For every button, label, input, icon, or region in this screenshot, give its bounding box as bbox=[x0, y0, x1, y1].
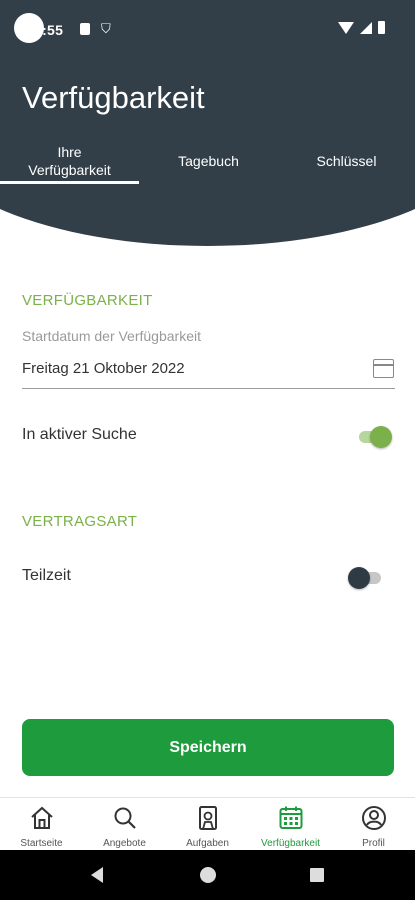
start-date-label: Startdatum der Verfügbarkeit bbox=[22, 328, 201, 344]
nav-item-profil[interactable]: Profil bbox=[332, 798, 415, 851]
back-icon[interactable] bbox=[91, 867, 103, 883]
task-icon bbox=[198, 806, 217, 830]
tab-ihre-verfuegbarkeit[interactable]: Ihre Verfügbarkeit bbox=[0, 138, 139, 184]
tab-label: Tagebuch bbox=[178, 153, 239, 169]
nav-label: Startseite bbox=[20, 838, 63, 849]
tab-schluessel[interactable]: Schlüssel bbox=[278, 138, 415, 184]
tab-tagebuch[interactable]: Tagebuch bbox=[139, 138, 278, 184]
start-date-field[interactable]: Freitag 21 Oktober 2022 bbox=[22, 355, 395, 389]
nav-item-angebote[interactable]: Angebote bbox=[83, 798, 166, 851]
shield-icon: ⛉ bbox=[101, 21, 111, 36]
page-title: Verfügbarkeit bbox=[22, 80, 205, 115]
home-button-icon[interactable] bbox=[200, 867, 216, 883]
nav-label: Angebote bbox=[103, 838, 146, 849]
nav-item-verfuegbarkeit[interactable]: Verfügbarkeit bbox=[249, 798, 332, 851]
active-search-label: In aktiver Suche bbox=[22, 426, 137, 443]
save-button[interactable]: Speichern bbox=[22, 719, 394, 776]
tab-label: Schlüssel bbox=[316, 153, 377, 169]
section-title-contract: VERTRAGSART bbox=[22, 513, 138, 530]
calendar-icon[interactable] bbox=[373, 359, 394, 378]
tab-label: Ihre Verfügbarkeit bbox=[28, 144, 111, 178]
nav-item-aufgaben[interactable]: Aufgaben bbox=[166, 798, 249, 851]
home-icon bbox=[30, 806, 53, 829]
nav-label: Aufgaben bbox=[186, 838, 229, 849]
nav-label: Verfügbarkeit bbox=[261, 838, 320, 849]
nav-label: Profil bbox=[362, 838, 385, 849]
profile-icon bbox=[361, 806, 386, 830]
active-tab-indicator bbox=[0, 181, 139, 184]
screen: 3:55 ⛉ Verfügbarkeit Ihre Verfügbarkeit … bbox=[0, 0, 415, 900]
search-icon bbox=[114, 807, 136, 829]
part-time-toggle[interactable] bbox=[348, 566, 386, 590]
nav-item-startseite[interactable]: Startseite bbox=[0, 798, 83, 851]
active-search-toggle[interactable] bbox=[356, 425, 394, 449]
bottom-navigation: Startseite Angebote Aufgaben Verfügbarke… bbox=[0, 797, 415, 850]
start-date-value: Freitag 21 Oktober 2022 bbox=[22, 360, 185, 377]
section-title-availability: VERFÜGBARKEIT bbox=[22, 292, 153, 309]
toggle-knob bbox=[348, 567, 370, 589]
tab-bar: Ihre Verfügbarkeit Tagebuch Schlüssel bbox=[0, 138, 415, 186]
signal-icon bbox=[360, 21, 372, 34]
wifi-icon bbox=[338, 21, 354, 34]
part-time-label: Teilzeit bbox=[22, 567, 71, 584]
battery-icon bbox=[378, 21, 385, 34]
calendar-icon bbox=[279, 806, 302, 829]
status-indicators bbox=[338, 21, 385, 34]
status-bar: 3:55 ⛉ bbox=[0, 0, 415, 60]
status-time: 3:55 bbox=[34, 22, 64, 38]
system-navigation-bar bbox=[0, 850, 415, 900]
toggle-knob bbox=[370, 426, 392, 448]
recent-apps-icon[interactable] bbox=[310, 868, 324, 882]
sim-card-icon bbox=[80, 23, 90, 35]
